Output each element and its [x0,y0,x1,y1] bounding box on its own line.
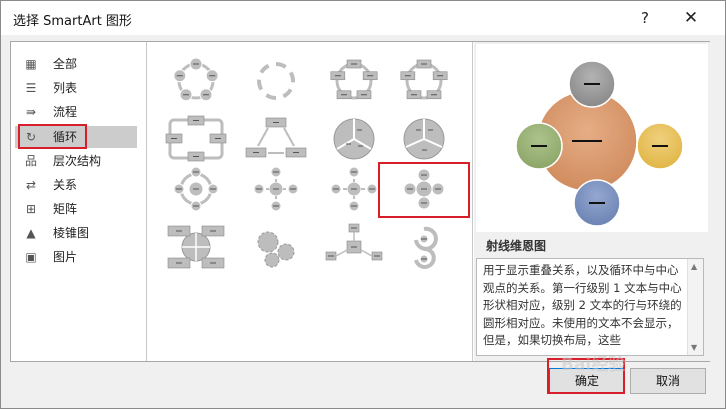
help-button[interactable]: ? [625,1,665,35]
description-scrollbar[interactable]: ▲ ▼ [687,259,703,355]
preview-pane: 射线维恩图 用于显示重叠关系，以及循环中与中心观点的关系。第一行级别 1 文本与… [474,42,710,361]
category-label: 全部 [53,57,78,71]
dialog-title: 选择 SmartArt 图形 [13,14,132,29]
category-label: 棱锥图 [53,226,90,240]
pyramid-icon: ▲ [26,226,36,240]
highlight-selected-layout-box [378,162,470,218]
category-item-all[interactable]: ▦ 全部 [15,53,137,75]
category-label: 图片 [53,250,78,264]
basic-radial-thumbnail [253,166,299,212]
layout-tile-segmented-cycle[interactable] [316,114,392,164]
category-list: ▦ 全部 ☰ 列表 ⇛ 流程 ↻ 循环品层次结构 ⇄ 关系 ⊞ 矩阵 ▲ 棱锥图 ▣ 图片 [11,42,147,361]
all-icon: ▦ [25,57,37,71]
layout-tile-text-cycle[interactable] [238,56,314,106]
category-label: 关系 [53,178,78,192]
segmented-cycle-thumbnail [333,118,375,160]
preview-image [476,44,708,232]
category-item-relationship[interactable]: ⇄ 关系 [15,174,137,196]
smartart-dialog: 选择 SmartArt 图形 ? ✕ ▦ 全部 ☰ 列表 ⇛ 流程 ↻ 循环品层次结构 ⇄ 关系 ⊞… [0,0,726,409]
highlight-category-box [18,124,87,149]
category-label: 矩阵 [53,202,78,216]
hexagon-radial-thumbnail [173,166,219,212]
layout-tile-radial-cluster[interactable] [316,222,392,272]
category-label: 流程 [53,105,78,119]
layout-tile-circle-arrow-process[interactable] [386,222,462,272]
basic-pie-thumbnail [403,118,445,160]
basic-cycle-thumbnail [173,57,219,102]
preview-title: 射线维恩图 [486,239,547,253]
text-cycle-thumbnail [257,62,295,100]
close-button[interactable]: ✕ [671,1,711,35]
category-item-process[interactable]: ⇛ 流程 [15,101,137,123]
radial-cluster-thumbnail [325,223,383,261]
layout-tile-block-cycle[interactable] [316,56,392,106]
nondirectional-cycle-thumbnail [400,59,448,100]
description-box: 用于显示重叠关系，以及循环中与中心观点的关系。第一行级别 1 文本与中心形状相对… [476,258,704,356]
category-item-pyramid[interactable]: ▲ 棱锥图 [15,222,137,244]
continuous-cycle-thumbnail [165,115,227,162]
layout-tile-gear[interactable] [238,222,314,272]
dialog-content: ▦ 全部 ☰ 列表 ⇛ 流程 ↻ 循环品层次结构 ⇄ 关系 ⊞ 矩阵 ▲ 棱锥图 ▣ 图片 [10,41,710,362]
block-cycle-thumbnail [330,59,378,100]
cycle-matrix-thumbnail [167,225,225,269]
layout-tile-basic-pie[interactable] [386,114,462,164]
gear-thumbnail [257,231,295,268]
list-icon: ☰ [25,81,37,95]
process-icon: ⇛ [25,105,37,119]
layout-gallery [148,42,473,361]
title-bar: 选择 SmartArt 图形 ? ✕ [1,1,725,35]
layout-tile-continuous-cycle[interactable] [158,114,234,164]
category-item-hierarchy[interactable]: 品 层次结构 [15,150,137,172]
matrix-icon: ⊞ [25,202,37,216]
layout-tile-basic-radial[interactable] [238,164,314,214]
category-item-picture[interactable]: ▣ 图片 [15,246,137,268]
layout-tile-hexagon-radial[interactable] [158,164,234,214]
radial-venn-preview [515,60,684,227]
layout-tile-basic-cycle[interactable] [158,56,234,106]
multidirectional-cycle-thumbnail [245,117,307,158]
scroll-down-icon[interactable]: ▼ [691,343,697,352]
circle-arrow-process-thumbnail [414,226,438,269]
watermark: Bai经验 [561,355,626,375]
category-label: 层次结构 [53,154,102,168]
layout-tile-multidirectional-cycle[interactable] [238,114,314,164]
cancel-button[interactable]: 取消 [630,368,706,394]
category-item-matrix[interactable]: ⊞ 矩阵 [15,198,137,220]
hierarchy-icon: 品 [24,154,37,168]
layout-tile-nondirectional-cycle[interactable] [386,56,462,106]
description-text: 用于显示重叠关系，以及循环中与中心观点的关系。第一行级别 1 文本与中心形状相对… [483,263,682,347]
scroll-up-icon[interactable]: ▲ [691,262,697,271]
category-label: 列表 [53,81,78,95]
relationship-icon: ⇄ [25,178,37,192]
category-item-list[interactable]: ☰ 列表 [15,77,137,99]
layout-tile-cycle-matrix[interactable] [158,222,234,272]
picture-icon: ▣ [25,250,37,264]
